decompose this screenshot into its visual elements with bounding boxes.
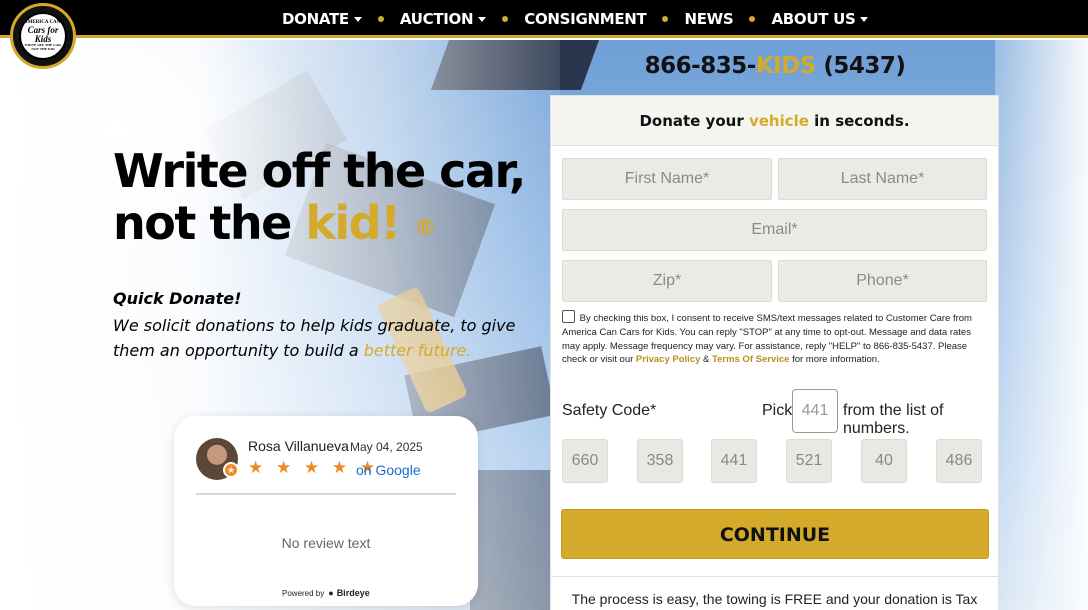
safety-code-target: 441 [792,389,838,433]
terms-of-service-link[interactable]: Terms Of Service [712,354,789,365]
top-navigation-bar: DONATE AUCTION CONSIGNMENT NEWS ABOUT US [0,0,1088,38]
review-divider [196,493,456,495]
hero-headline: Write off the car, not the kid! ® [113,144,526,249]
nav-separator-dot [749,16,756,22]
powered-by[interactable]: Powered by ● Birdeye [282,588,370,598]
safety-code-option[interactable]: 521 [786,439,832,483]
privacy-policy-link[interactable]: Privacy Policy [636,354,700,365]
nav-separator-dot [377,16,384,22]
logo-emblem: AMERICA CAN! Cars for Kids WRITE OFF THE… [19,12,67,60]
nav-item-label: CONSIGNMENT [524,10,647,28]
consent-end: for more information. [789,354,880,366]
safety-code-option[interactable]: 358 [637,439,683,483]
nav-item-label: DONATE [282,10,349,28]
headline-line-2: not the kid! ® [113,197,525,249]
pick-label: Pick [762,402,793,419]
nav-item-auction[interactable]: AUCTION [399,10,487,28]
nav-item-label: NEWS [684,10,734,28]
review-date: May 04, 2025 [350,440,423,454]
zip-field[interactable] [562,260,772,302]
nav-item-consignment[interactable]: CONSIGNMENT [524,10,647,28]
nav-item-news[interactable]: NEWS [684,10,733,28]
chevron-down-icon [860,16,869,22]
sms-consent-checkbox[interactable] [562,310,575,323]
consent-amp: & [700,354,712,366]
continue-button[interactable]: CONTINUE [561,509,989,559]
review-body: No review text [281,535,371,551]
phone-field[interactable] [778,260,987,302]
chevron-down-icon [353,16,362,22]
form-heading-gold: vehicle [748,112,809,130]
form-heading-suffix: in seconds. [808,112,910,130]
reviewer-name: Rosa Villanueva [248,438,349,454]
logo-script-text: Cars for Kids [27,24,59,44]
from-list-label: from the list of numbers. [843,402,944,437]
donation-form: Donate your vehicle in seconds. By check… [550,95,999,610]
phone-prefix: 866-835- [644,53,757,79]
mission-statement: We solicit donations to help kids gradua… [113,313,543,363]
nav-item-label: ABOUT US [771,10,856,28]
nav-item-donate[interactable]: DONATE [282,10,362,28]
logo-bottom-text: WRITE OFF THE CAR, NOT THE KID [24,43,62,52]
headline-line-2-prefix: not the [113,196,306,250]
safety-code-option[interactable]: 486 [936,439,982,483]
safety-code-option[interactable]: 441 [711,439,757,483]
nav-separator-dot [502,16,509,22]
safety-code-label: Safety Code* [562,402,657,419]
review-source-link[interactable]: on Google [356,462,421,478]
first-name-field[interactable] [562,158,772,200]
phone-number[interactable]: 866-835-KIDS (5437) [551,53,999,79]
birdeye-brand: Birdeye [336,588,370,598]
powered-by-label: Powered by [282,588,325,598]
mission-gold-text: better future. [363,341,472,360]
form-heading-prefix: Donate your [639,112,749,130]
safety-code-option[interactable]: 660 [562,439,608,483]
process-note: The process is easy, the towing is FREE … [571,591,978,610]
headline-line-1: Write off the car, [113,144,526,198]
email-field[interactable] [562,209,987,251]
site-logo[interactable]: AMERICA CAN! Cars for Kids WRITE OFF THE… [10,3,76,69]
phone-gold: KIDS [755,53,817,79]
quick-donate-label: Quick Donate! [113,289,242,308]
star-badge-icon: ★ [223,462,239,478]
nav-separator-dot [662,16,669,22]
sms-consent: By checking this box, I consent to recei… [562,310,982,367]
last-name-field[interactable] [778,158,987,200]
form-divider [551,576,998,577]
chevron-down-icon [478,16,487,22]
headline-gold-word: kid! [305,196,401,250]
phone-suffix: (5437) [815,53,906,79]
form-heading: Donate your vehicle in seconds. [551,96,998,146]
review-card: ★ Rosa Villanueva May 04, 2025 ★ ★ ★ ★ ★… [174,416,478,606]
nav-item-about-us[interactable]: ABOUT US [771,10,869,28]
nav-menu: DONATE AUCTION CONSIGNMENT NEWS ABOUT US [282,0,869,38]
nav-item-label: AUCTION [399,10,474,28]
safety-code-option[interactable]: 40 [861,439,907,483]
hero-fade-overlay-right [995,40,1088,610]
birdeye-logo-icon: ● [328,588,334,598]
registered-mark: ® [414,216,437,241]
